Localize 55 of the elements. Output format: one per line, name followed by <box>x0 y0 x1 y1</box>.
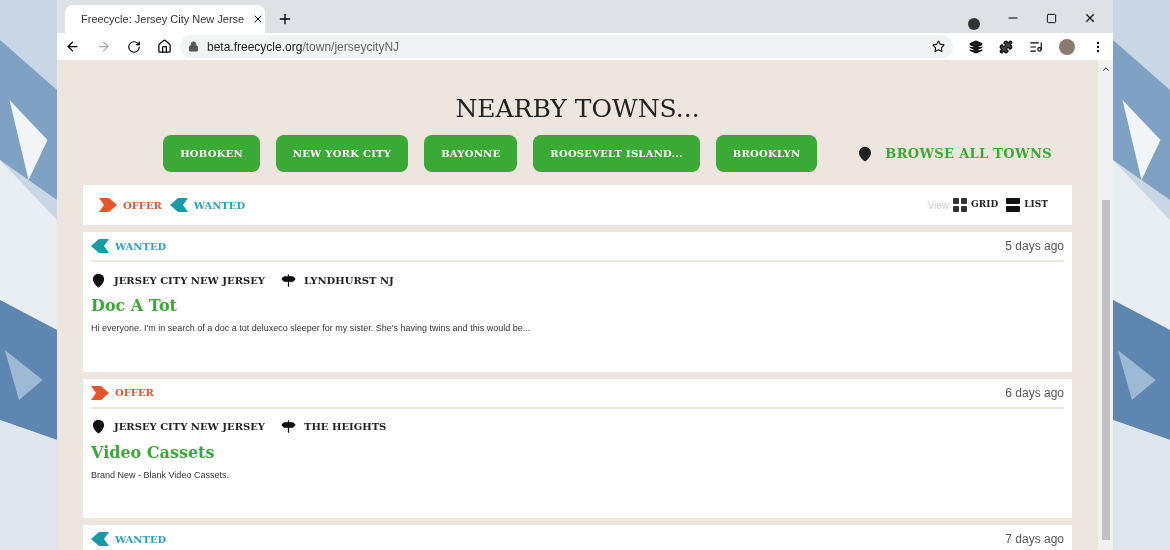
address-bar[interactable]: beta.freecycle.org/town/jerseycityNJ <box>180 35 953 58</box>
post-description: Hi everyone. I'm in search of a doc a tot deluxeco sleeper for my sister. She's having twins and this would be... <box>91 322 531 335</box>
tab-title: Freecycle: Jersey City New Jerse <box>81 11 245 27</box>
post-location[interactable]: JERSEY CITY NEW JERSEY <box>114 272 265 288</box>
town-button[interactable]: ROOSEVELT ISLAND... <box>533 135 700 172</box>
layers-icon[interactable] <box>969 39 983 54</box>
browse-all-towns-link[interactable]: BROWSE ALL TOWNS <box>885 143 1052 164</box>
post-type-label: WANTED <box>115 239 167 254</box>
wanted-chevron-icon <box>91 239 109 253</box>
home-icon[interactable] <box>157 39 172 54</box>
scroll-up-icon[interactable] <box>1100 64 1111 74</box>
extensions-icon[interactable] <box>999 39 1013 54</box>
post-time: 6 days ago <box>1005 384 1064 402</box>
grid-icon <box>953 198 968 212</box>
post-title[interactable]: Video Cassets <box>91 440 215 465</box>
post-time: 7 days ago <box>1005 531 1064 548</box>
signpost-icon <box>280 419 296 434</box>
offer-chevron-icon <box>91 385 109 400</box>
browser-tab[interactable]: Freecycle: Jersey City New Jerse <box>65 5 265 33</box>
post-description: Brand New - Blank Video Cassets. <box>91 468 229 482</box>
location-pin-icon <box>91 272 106 288</box>
location-pin-icon <box>91 419 106 434</box>
view-option[interactable]: LIST <box>1024 198 1048 212</box>
post-title[interactable]: Doc A Tot <box>91 294 177 318</box>
signpost-icon <box>280 272 296 288</box>
back-icon[interactable] <box>65 39 80 54</box>
post-location[interactable]: JERSEY CITY NEW JERSEY <box>114 419 265 434</box>
town-button[interactable]: NEW YORK CITY <box>275 135 409 172</box>
profile-avatar[interactable] <box>1059 38 1075 55</box>
post-area[interactable]: THE HEIGHTS <box>303 419 387 434</box>
wanted-chevron-icon <box>91 532 109 546</box>
new-tab-icon[interactable] <box>277 11 293 27</box>
post-time: 5 days ago <box>1005 238 1064 255</box>
nearby-towns-heading: NEARBY TOWNS... <box>455 93 700 125</box>
town-button[interactable]: HOBOKEN <box>163 135 260 172</box>
reload-icon[interactable] <box>127 39 141 54</box>
location-pin-icon <box>857 145 874 162</box>
wanted-chevron-icon <box>169 198 188 212</box>
offer-chevron-icon <box>99 198 117 212</box>
town-button[interactable]: BROOKLYN <box>715 135 818 172</box>
list-icon <box>1006 198 1021 212</box>
filter-option[interactable]: WANTED <box>193 197 246 213</box>
town-button[interactable]: BAYONNE <box>424 135 518 172</box>
scrollbar[interactable] <box>1098 60 1113 550</box>
scrollbar-thumb[interactable] <box>1101 200 1110 540</box>
post-area[interactable]: LYNDHURST NJ <box>303 272 394 288</box>
bookmark-star-icon[interactable] <box>932 40 945 53</box>
maximize-icon[interactable] <box>1046 12 1057 24</box>
filter-option[interactable]: OFFER <box>123 197 162 213</box>
close-window-icon[interactable] <box>1083 11 1097 25</box>
view-option[interactable]: GRID <box>971 198 999 212</box>
post-type-label: OFFER <box>115 386 154 400</box>
url-text: beta.freecycle.org/town/jerseycityNJ <box>207 38 400 56</box>
post-type-label: WANTED <box>115 532 167 547</box>
media-icon[interactable] <box>1029 39 1043 54</box>
